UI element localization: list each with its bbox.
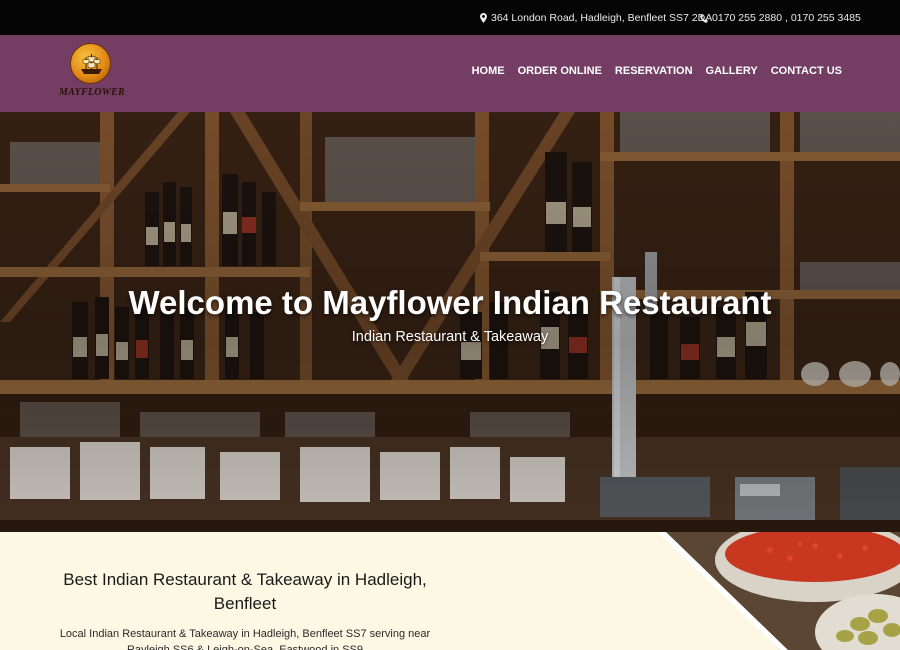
intro-text: Local Indian Restaurant & Takeaway in Ha… <box>59 628 431 650</box>
top-bar: 364 London Road, Hadleigh, Benfleet SS7 … <box>0 0 900 35</box>
spice-bowls-image <box>658 532 900 650</box>
phone-info[interactable]: 0170 255 2880 , 0170 255 3485 <box>700 12 861 24</box>
nav-home[interactable]: HOME <box>472 65 505 77</box>
phone-icon <box>700 13 708 23</box>
nav-order-online[interactable]: ORDER ONLINE <box>518 65 602 77</box>
site-header: MAYFLOWER HOME ORDER ONLINE RESERVATION … <box>0 35 900 112</box>
intro-section: Best Indian Restaurant & Takeaway in Had… <box>0 532 900 650</box>
hero-banner: Welcome to Mayflower Indian Restaurant I… <box>0 112 900 532</box>
hero-title: Welcome to Mayflower Indian Restaurant <box>128 284 772 321</box>
nav-reservation[interactable]: RESERVATION <box>615 65 693 77</box>
intro-heading: Best Indian Restaurant & Takeaway in Had… <box>63 570 427 613</box>
bar-shelves-background-image <box>0 112 900 532</box>
nav-contact-us[interactable]: CONTACT US <box>771 65 842 77</box>
address-info: 364 London Road, Hadleigh, Benfleet SS7 … <box>480 12 712 24</box>
ship-logo-icon <box>70 43 111 84</box>
hero-subtitle: Indian Restaurant & Takeaway <box>351 329 549 345</box>
main-nav: HOME ORDER ONLINE RESERVATION GALLERY CO… <box>459 65 842 77</box>
map-marker-icon <box>480 13 487 23</box>
logo[interactable]: MAYFLOWER <box>54 43 130 105</box>
address-text: 364 London Road, Hadleigh, Benfleet SS7 … <box>491 12 713 24</box>
phone-text[interactable]: 0170 255 2880 , 0170 255 3485 <box>712 12 861 24</box>
nav-gallery[interactable]: GALLERY <box>706 65 758 77</box>
logo-text: MAYFLOWER <box>58 87 126 98</box>
